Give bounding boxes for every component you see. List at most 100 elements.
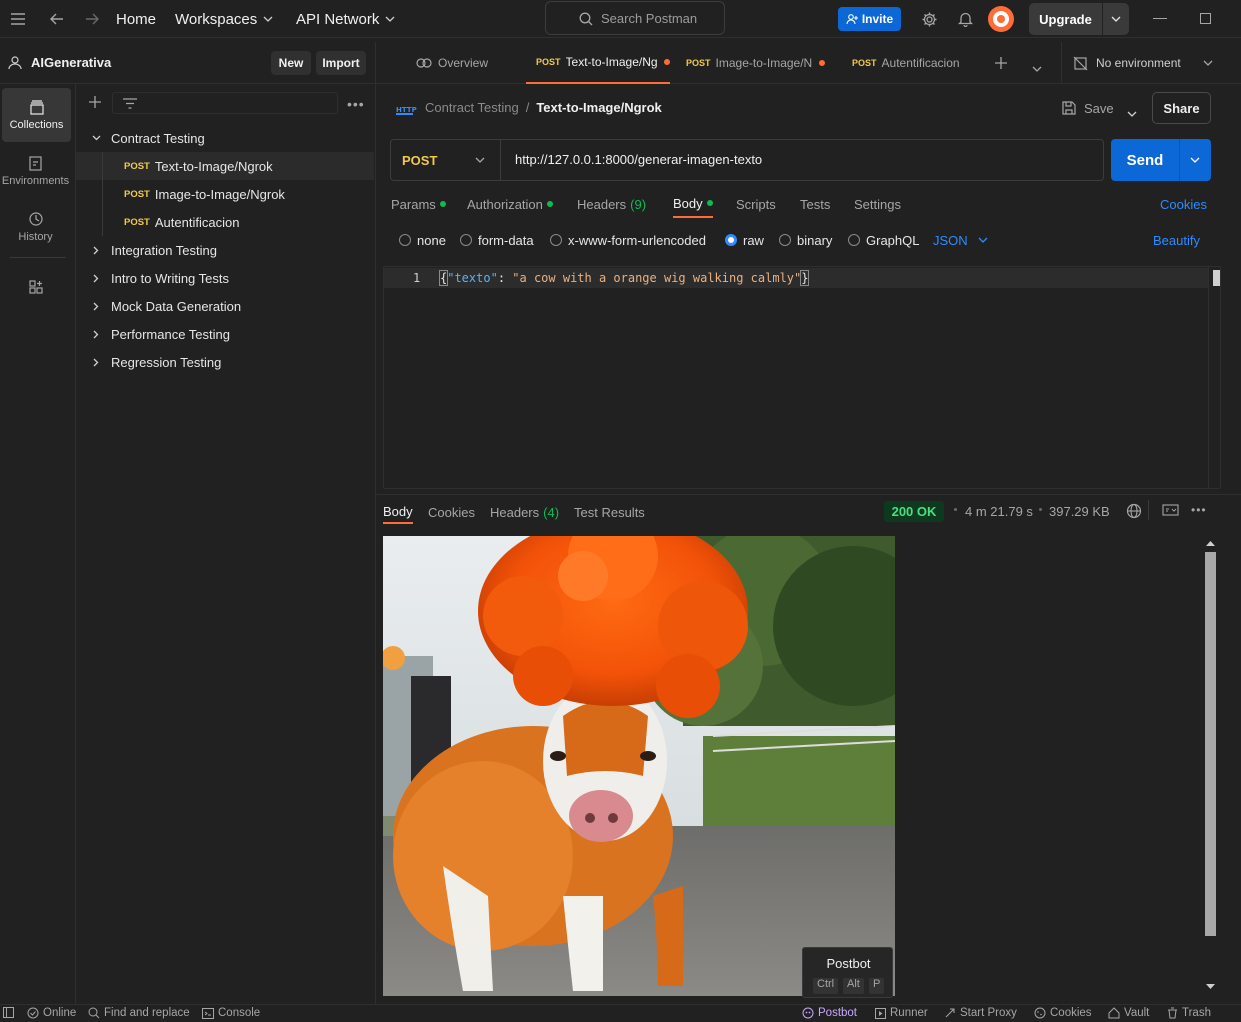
postbot-button[interactable]: Postbot [802, 1007, 857, 1019]
breadcrumb-parent[interactable]: Contract Testing [425, 100, 519, 115]
maximize-icon[interactable] [1200, 13, 1211, 24]
response-tab-body[interactable]: Body [383, 500, 413, 524]
method-selector[interactable]: POST [391, 140, 501, 180]
tab-settings[interactable]: Settings [854, 190, 901, 218]
invite-button[interactable]: Invite [838, 7, 901, 31]
radio-urlencoded[interactable]: x-www-form-urlencoded [550, 230, 706, 250]
add-collection-icon[interactable] [88, 95, 102, 112]
folder-label: Intro to Writing Tests [111, 270, 230, 286]
status-badge[interactable]: 200 OK [884, 501, 944, 522]
save-button[interactable]: Save [1062, 96, 1114, 120]
radio-circle [848, 234, 860, 246]
tab-params[interactable]: Params [391, 190, 446, 218]
upgrade-button[interactable]: Upgrade [1029, 3, 1129, 35]
new-tab-plus-icon[interactable] [994, 56, 1008, 73]
url-input[interactable]: http://127.0.0.1:8000/generar-imagen-tex… [515, 152, 762, 167]
chevron-right-icon [93, 330, 99, 338]
tab-body[interactable]: Body [673, 190, 713, 218]
avatar[interactable] [988, 6, 1014, 32]
radio-binary[interactable]: binary [779, 230, 832, 250]
response-scrollbar[interactable] [1203, 536, 1218, 996]
tab-text-to-image[interactable]: POST Text-to-Image/Ngr [526, 42, 670, 84]
scroll-thumb[interactable] [1213, 270, 1220, 286]
minimize-icon[interactable] [1153, 18, 1167, 19]
more-options-icon[interactable]: ••• [347, 96, 365, 112]
share-button[interactable]: Share [1152, 92, 1211, 124]
editor-scrollbar[interactable] [1208, 267, 1222, 488]
request-title[interactable]: Text-to-Image/Ngrok [536, 100, 661, 115]
runner-button[interactable]: Runner [875, 1007, 928, 1019]
tab-authorization[interactable]: Authorization [467, 190, 553, 218]
new-button[interactable]: New [271, 51, 311, 75]
radio-form-data[interactable]: form-data [460, 230, 534, 250]
request-text-to-image[interactable]: POST Text-to-Image/Ngrok [76, 152, 374, 180]
radio-graphql[interactable]: GraphQL [848, 230, 919, 250]
folder-mock-data[interactable]: Mock Data Generation [76, 292, 374, 320]
import-button[interactable]: Import [316, 51, 366, 75]
trash-button[interactable]: Trash [1167, 1007, 1211, 1019]
chevron-down-icon[interactable] [1111, 16, 1121, 22]
vault-button[interactable]: Vault [1108, 1007, 1149, 1019]
more-options-icon[interactable]: ••• [1191, 503, 1207, 517]
cookie-icon [1034, 1007, 1046, 1019]
response-size[interactable]: 397.29 KB [1049, 504, 1110, 519]
scroll-thumb[interactable] [1205, 552, 1216, 936]
filter-input[interactable] [112, 92, 338, 114]
add-user-icon [846, 13, 858, 24]
tab-autentificacion[interactable]: POST Autentificacion [842, 42, 982, 84]
back-arrow-icon[interactable] [47, 9, 67, 29]
body-editor[interactable]: 1 {"texto": "a cow with a orange wig wal… [383, 266, 1221, 489]
online-status[interactable]: Online [27, 1007, 76, 1019]
folder-performance-testing[interactable]: Performance Testing [76, 320, 374, 348]
tab-headers[interactable]: Headers (9) [577, 190, 646, 218]
toggle-sidebar-icon[interactable] [3, 1007, 14, 1018]
find-replace-button[interactable]: Find and replace [88, 1007, 190, 1019]
bell-icon[interactable] [955, 9, 975, 29]
folder-contract-testing[interactable]: Contract Testing [76, 124, 374, 152]
pane-divider[interactable] [376, 494, 1241, 495]
folder-intro-writing-tests[interactable]: Intro to Writing Tests [76, 264, 374, 292]
format-selector[interactable]: JSON [933, 230, 988, 250]
tabs-dropdown-chevron-icon[interactable] [1032, 60, 1042, 75]
tab-overview[interactable]: Overview [416, 42, 488, 84]
cookies-link[interactable]: Cookies [1160, 190, 1207, 218]
nav-workspaces[interactable]: Workspaces [175, 0, 273, 38]
tab-image-to-image[interactable]: POST Image-to-Image/N [676, 42, 826, 84]
request-autentificacion[interactable]: POST Autentificacion [76, 208, 374, 236]
response-tab-headers[interactable]: Headers (4) [490, 500, 559, 524]
tab-tests[interactable]: Tests [800, 190, 830, 218]
response-tab-cookies[interactable]: Cookies [428, 500, 475, 524]
request-image-to-image[interactable]: POST Image-to-Image/Ngrok [76, 180, 374, 208]
post-method-badge: POST [686, 58, 711, 68]
send-button[interactable]: Send [1111, 139, 1211, 181]
search-input[interactable]: Search Postman [545, 1, 725, 35]
nav-home[interactable]: Home [116, 0, 156, 38]
rail-collections[interactable]: Collections [2, 88, 71, 142]
collection-tree: ••• Contract Testing POST Text-to-Image/… [76, 84, 376, 1004]
globe-icon[interactable] [1126, 503, 1142, 522]
no-environment-icon [1073, 56, 1088, 70]
environment-selector[interactable]: No environment [1073, 42, 1233, 84]
save-options-chevron-icon[interactable] [1127, 105, 1137, 120]
response-tab-test-results[interactable]: Test Results [574, 500, 645, 524]
nav-api-network[interactable]: API Network [296, 0, 395, 38]
beautify-link[interactable]: Beautify [1153, 230, 1200, 250]
api-network-label: API Network [296, 10, 380, 28]
radio-none[interactable]: none [399, 230, 446, 250]
folder-integration-testing[interactable]: Integration Testing [76, 236, 374, 264]
chevron-down-icon[interactable] [1190, 157, 1200, 163]
rail-history[interactable]: History [0, 200, 71, 254]
radio-raw[interactable]: raw [725, 230, 764, 250]
console-button[interactable]: Console [202, 1007, 260, 1019]
response-time[interactable]: 4 m 21.79 s [965, 504, 1033, 519]
settings-gear-icon[interactable] [919, 9, 939, 29]
rail-add-apps[interactable] [0, 260, 71, 314]
cookies-status-button[interactable]: Cookies [1034, 1007, 1092, 1019]
menu-icon[interactable] [8, 9, 28, 29]
rail-environments[interactable]: Environments [0, 144, 71, 198]
forward-arrow-icon[interactable] [82, 9, 102, 29]
start-proxy-button[interactable]: Start Proxy [944, 1007, 1017, 1019]
tab-scripts[interactable]: Scripts [736, 190, 776, 218]
save-response-icon[interactable] [1162, 504, 1179, 519]
folder-regression-testing[interactable]: Regression Testing [76, 348, 374, 376]
